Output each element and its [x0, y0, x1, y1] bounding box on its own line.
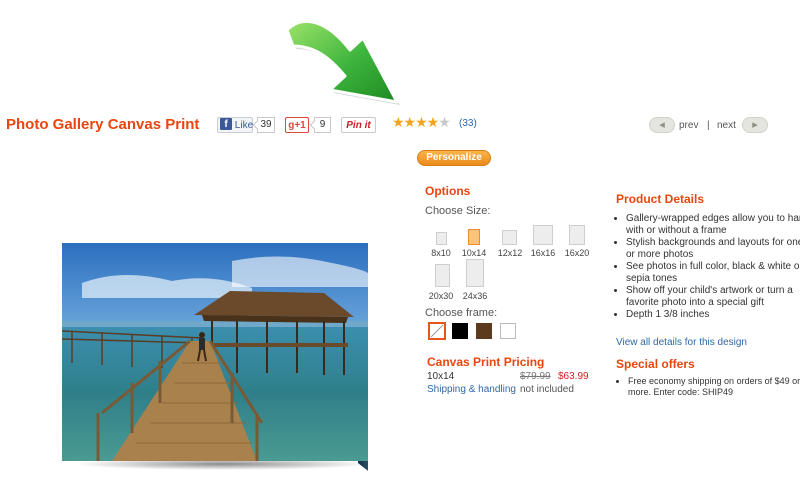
frame-none-swatch[interactable]	[428, 322, 446, 340]
list-item: Free economy shipping on orders of $49 o…	[628, 376, 800, 398]
size-swatch-8x10[interactable]	[436, 232, 447, 245]
google-plus-button[interactable]: g+1	[285, 117, 309, 133]
size-swatch-16x20[interactable]	[569, 225, 585, 245]
page-title: Photo Gallery Canvas Print	[6, 116, 200, 133]
review-count-link[interactable]: (33)	[459, 118, 477, 129]
view-all-details-link[interactable]: View all details for this design	[616, 337, 747, 348]
sale-price: $63.99	[558, 371, 589, 382]
old-price: $79.99	[520, 371, 551, 382]
star-icon: ★★★★	[392, 114, 439, 130]
list-item: Depth 1 3/8 inches	[626, 309, 800, 321]
product-details-list: Gallery-wrapped edges allow you to hang …	[613, 213, 800, 321]
list-item: Stylish backgrounds and layouts for one …	[626, 237, 800, 261]
size-swatch-16x16[interactable]	[533, 225, 553, 245]
facebook-like-count: 39	[257, 117, 275, 133]
prev-link[interactable]: prev	[679, 120, 698, 131]
size-label-10x14[interactable]: 10x14	[454, 248, 494, 258]
frame-black-swatch[interactable]	[452, 323, 468, 339]
product-image	[62, 243, 368, 461]
frame-white-swatch[interactable]	[500, 323, 516, 339]
green-arrow-icon	[285, 19, 400, 105]
pinterest-pin-button[interactable]: Pin it	[341, 117, 376, 133]
facebook-like-label: Like	[234, 120, 254, 131]
google-plus-count: 9	[314, 117, 331, 133]
size-label-16x20[interactable]: 16x20	[557, 248, 597, 258]
special-offers-list: Free economy shipping on orders of $49 o…	[616, 376, 800, 398]
next-arrow-icon[interactable]: ▸	[742, 117, 768, 133]
list-item: See photos in full color, black & white …	[626, 261, 800, 285]
half-star-icon: ★	[438, 114, 451, 130]
list-item: Gallery-wrapped edges allow you to hang …	[626, 213, 800, 237]
size-swatch-24x36[interactable]	[466, 259, 484, 287]
choose-frame-label: Choose frame:	[425, 307, 498, 319]
product-details-heading: Product Details	[616, 192, 705, 206]
size-label-24x36[interactable]: 24x36	[455, 291, 495, 301]
prev-arrow-icon[interactable]: ◂	[649, 117, 675, 133]
size-swatch-10x14[interactable]	[468, 229, 480, 245]
size-swatch-20x30[interactable]	[435, 264, 450, 287]
size-swatch-12x12[interactable]	[502, 230, 517, 245]
choose-size-label: Choose Size:	[425, 205, 491, 217]
rating-stars[interactable]: ★★★★★	[392, 114, 451, 131]
personalize-button[interactable]: Personalize	[417, 150, 491, 166]
facebook-icon: f	[220, 118, 232, 131]
facebook-like-button[interactable]: f Like	[217, 117, 253, 133]
frame-brown-swatch[interactable]	[476, 323, 492, 339]
shipping-handling-link[interactable]: Shipping & handling	[427, 384, 516, 395]
shipping-note: not included	[520, 384, 574, 395]
next-link[interactable]: next	[717, 120, 736, 131]
list-item: Show off your child's artwork or turn a …	[626, 285, 800, 309]
price-size: 10x14	[427, 371, 455, 382]
special-offers-heading: Special offers	[616, 357, 695, 371]
pricing-heading: Canvas Print Pricing	[427, 355, 545, 369]
nav-separator: |	[707, 120, 710, 131]
options-heading: Options	[425, 184, 471, 198]
